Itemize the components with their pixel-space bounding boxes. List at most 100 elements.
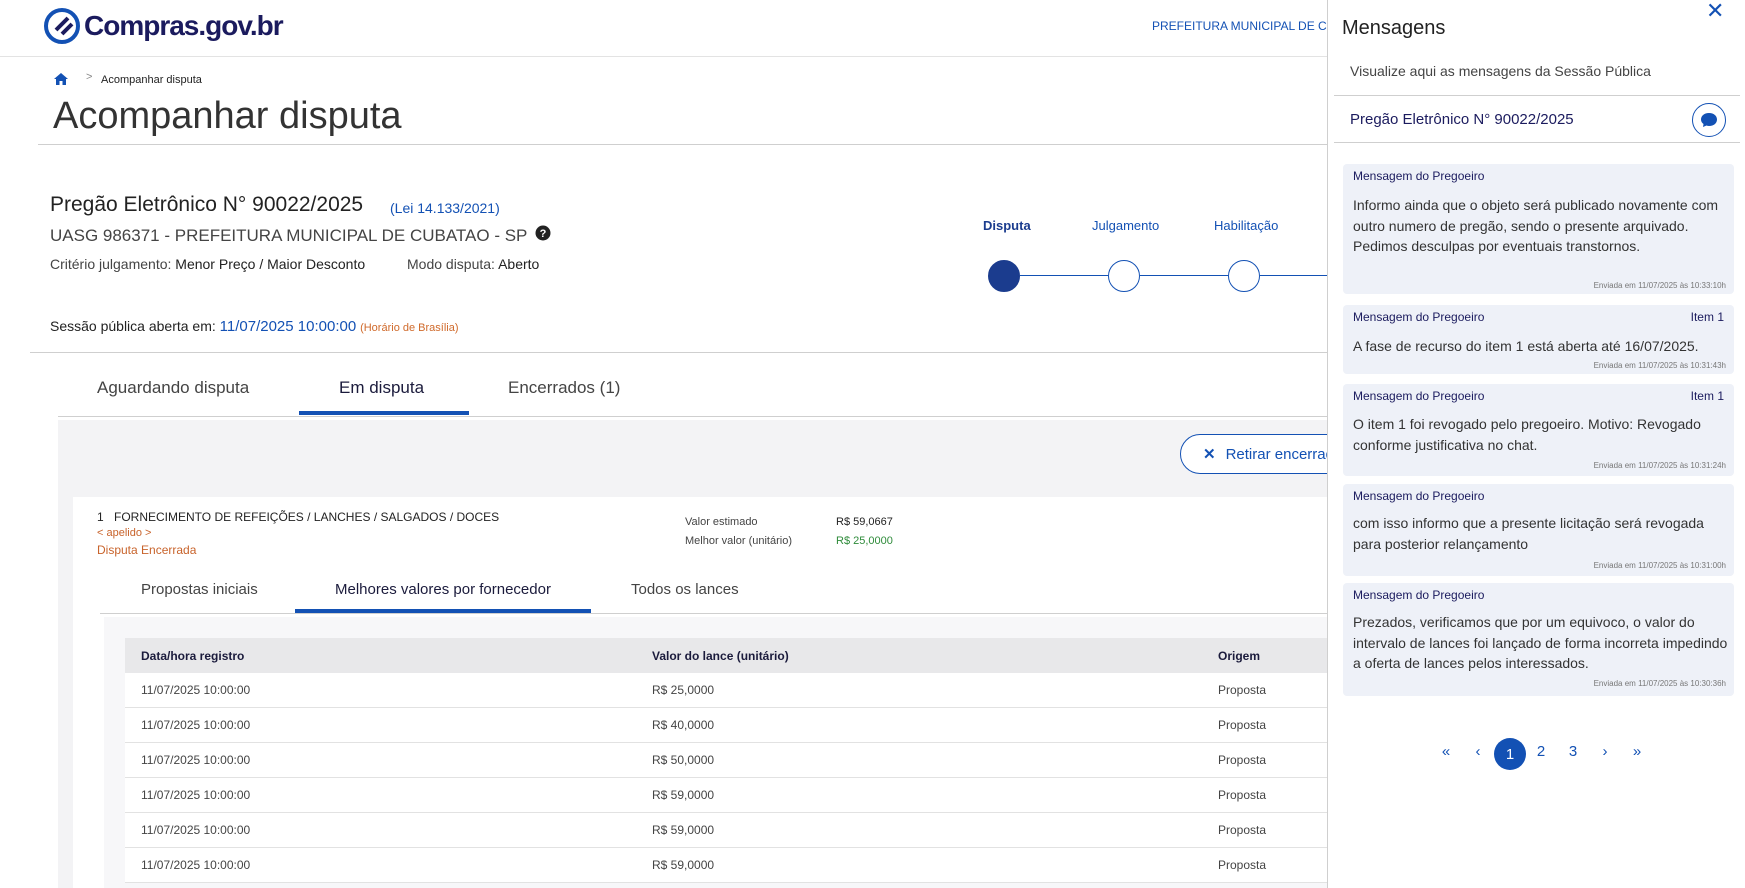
help-icon[interactable]: ?	[535, 225, 551, 246]
page-3[interactable]: 3	[1561, 743, 1585, 760]
column-header: Origem	[1218, 649, 1261, 663]
table-cell: Proposta	[1218, 753, 1267, 767]
step-julgamento-label: Julgamento	[1092, 218, 1160, 233]
logo[interactable]: Compras.gov.br	[42, 4, 284, 48]
column-header: Valor do lance (unitário)	[652, 649, 789, 663]
message-body: com isso informo que a presente licitaçã…	[1353, 515, 1704, 552]
close-icon: ✕	[1203, 446, 1216, 463]
prev-page-icon[interactable]: ‹	[1466, 743, 1490, 760]
modo-value: Aberto	[498, 256, 540, 272]
table-cell: Proposta	[1218, 823, 1267, 837]
step-connector	[1260, 275, 1330, 276]
table-cell: R$ 50,0000	[652, 753, 715, 767]
table-cell: R$ 40,0000	[652, 718, 715, 732]
table-cell: R$ 25,0000	[652, 683, 715, 697]
table-cell: Proposta	[1218, 858, 1267, 872]
subtab-todos-lances[interactable]: Todos os lances	[631, 581, 739, 598]
valor-estimado-label: Valor estimado	[685, 516, 758, 528]
message-item-tag: Item 1	[1690, 389, 1724, 403]
subtab-melhores-valores[interactable]: Melhores valores por fornecedor	[335, 581, 551, 598]
tab-em-disputa[interactable]: Em disputa	[339, 378, 424, 398]
close-icon[interactable]: ✕	[1706, 0, 1724, 22]
lei-link[interactable]: (Lei 14.133/2021)	[390, 200, 500, 216]
message-timestamp: Enviada em 11/07/2025 às 10:30:36h	[1593, 679, 1726, 688]
next-page-icon[interactable]: ›	[1593, 743, 1617, 760]
table-row: 11/07/2025 10:00:00 R$ 59,0000 Proposta	[125, 848, 1355, 883]
divider	[1334, 142, 1740, 143]
modo-label: Modo disputa:	[407, 256, 495, 272]
message-timestamp: Enviada em 11/07/2025 às 10:31:00h	[1593, 561, 1726, 570]
message-sender: Mensagem do Pregoeiro	[1353, 489, 1485, 503]
message-sender: Mensagem do Pregoeiro	[1353, 389, 1485, 403]
step-habilitacao	[1228, 260, 1260, 292]
step-habilitacao-label: Habilitação	[1214, 218, 1279, 233]
sessao-publica: Sessão pública aberta em: 11/07/2025 10:…	[50, 318, 459, 335]
sessao-label: Sessão pública aberta em:	[50, 318, 216, 334]
table-cell: R$ 59,0000	[652, 788, 715, 802]
criterio-label: Critério julgamento:	[50, 256, 172, 272]
subtab-propostas-iniciais[interactable]: Propostas iniciais	[141, 581, 258, 598]
table-cell: Proposta	[1218, 718, 1267, 732]
divider	[30, 352, 1330, 353]
tab-encerrados[interactable]: Encerrados (1)	[508, 378, 620, 398]
table-row: 11/07/2025 10:00:00 R$ 59,0000 Proposta	[125, 813, 1355, 848]
divider	[1334, 95, 1740, 96]
table-cell: R$ 59,0000	[652, 858, 715, 872]
message-body: Prezados, verificamos que por um equivoc…	[1353, 614, 1728, 671]
table-cell: R$ 59,0000	[652, 823, 715, 837]
logo-icon	[44, 8, 80, 44]
table-row: 11/07/2025 10:00:00 R$ 50,0000 Proposta	[125, 743, 1355, 778]
message-timestamp: Enviada em 11/07/2025 às 10:31:43h	[1593, 361, 1726, 370]
first-page-icon[interactable]: «	[1434, 743, 1458, 760]
table-cell: 11/07/2025 10:00:00	[141, 683, 251, 697]
table-cell: 11/07/2025 10:00:00	[141, 753, 251, 767]
message-sender: Mensagem do Pregoeiro	[1353, 588, 1485, 602]
page-current[interactable]: 1	[1494, 738, 1526, 770]
criterio-julgamento: Critério julgamento: Menor Preço / Maior…	[50, 256, 365, 272]
melhor-valor-value: R$ 25,0000	[836, 535, 893, 547]
step-connector	[1140, 275, 1228, 276]
last-page-icon[interactable]: »	[1625, 743, 1649, 760]
item-description: FORNECIMENTO DE REFEIÇÕES / LANCHES / SA…	[114, 510, 500, 524]
page-2[interactable]: 2	[1529, 743, 1553, 760]
valor-estimado-value: R$ 59,0667	[836, 516, 893, 528]
message-body: O item 1 foi revogado pelo pregoeiro. Mo…	[1353, 416, 1701, 453]
message-sender: Mensagem do Pregoeiro	[1353, 310, 1485, 324]
pregao-title: Pregão Eletrônico N° 90022/2025	[50, 193, 364, 216]
table-cell: 11/07/2025 10:00:00	[141, 823, 251, 837]
uasg-text: UASG 986371 - PREFEITURA MUNICIPAL DE CU…	[50, 225, 528, 245]
message-sender: Mensagem do Pregoeiro	[1353, 169, 1485, 183]
item-number: 1	[97, 510, 104, 524]
step-disputa-label: Disputa	[983, 218, 1031, 233]
divider	[58, 416, 1348, 417]
chat-icon[interactable]	[1692, 103, 1726, 137]
modo-disputa: Modo disputa: Aberto	[407, 256, 539, 272]
message-card: Mensagem do Pregoeiro Item 1 O item 1 fo…	[1343, 384, 1734, 476]
sessao-date: 11/07/2025 10:00:00	[219, 318, 357, 335]
table-cell: 11/07/2025 10:00:00	[141, 718, 251, 732]
svg-text:?: ?	[540, 228, 547, 240]
table-cell: Proposta	[1218, 683, 1267, 697]
page-title: Acompanhar disputa	[53, 95, 402, 137]
sidebar-title: Mensagens	[1342, 17, 1446, 39]
table-cell: Proposta	[1218, 788, 1267, 802]
table-row: 11/07/2025 10:00:00 R$ 40,0000 Proposta	[125, 708, 1355, 743]
active-tab-indicator	[299, 411, 469, 415]
criterio-value: Menor Preço / Maior Desconto	[175, 256, 366, 272]
step-disputa	[988, 260, 1020, 292]
step-connector	[1020, 275, 1108, 276]
item-status: Disputa Encerrada	[97, 543, 197, 557]
home-icon[interactable]	[54, 72, 68, 90]
melhor-valor-label: Melhor valor (unitário)	[685, 535, 792, 547]
table-cell: 11/07/2025 10:00:00	[141, 788, 251, 802]
sidebar-pregao: Pregão Eletrônico N° 90022/2025	[1350, 111, 1574, 128]
item-apelido: < apelido >	[97, 527, 152, 539]
sessao-timezone: (Horário de Brasília)	[360, 322, 459, 334]
sidebar-subtitle: Visualize aqui as mensagens da Sessão Pú…	[1350, 63, 1651, 79]
message-timestamp: Enviada em 11/07/2025 às 10:33:10h	[1593, 281, 1726, 290]
message-item-tag: Item 1	[1690, 310, 1724, 324]
tab-aguardando-disputa[interactable]: Aguardando disputa	[97, 378, 249, 398]
breadcrumb-current: Acompanhar disputa	[101, 74, 202, 86]
logo-text: Compras.gov.br	[84, 10, 284, 41]
divider	[38, 144, 1338, 145]
